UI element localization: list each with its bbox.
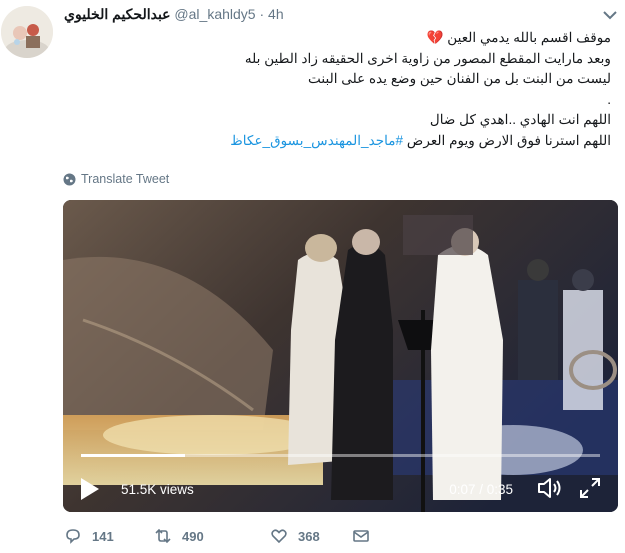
tweet-line: موقف اقسم بالله يدمي العين 💔 (426, 30, 611, 45)
hashtag-link[interactable]: #ماجد_المهندس_بسوق_عكاظ (230, 133, 403, 148)
tweet-line: اللهم انت الهادي ..اهدي كل ضال (429, 112, 611, 128)
reply-button[interactable]: 141 (64, 527, 154, 545)
tweet-line-text: اللهم استرنا فوق الارض ويوم العرض (403, 132, 611, 148)
avatar-image (1, 6, 53, 58)
tweet-header: عبدالحكيم الخليوي @al_kahldy5 · 4h (64, 6, 284, 23)
reply-count: 141 (92, 528, 114, 544)
view-count: 51.5K views (121, 482, 194, 497)
tweet-line-last: اللهم استرنا فوق الارض ويوم العرض #ماجد_… (64, 131, 611, 152)
timestamp[interactable]: 4h (268, 6, 284, 22)
heart-icon (271, 529, 287, 544)
separator: · (259, 6, 265, 22)
direct-message-button[interactable] (352, 527, 370, 545)
video-player[interactable]: 51.5K views 0:07 / 0:35 (63, 200, 618, 512)
tweet-line: . (607, 91, 611, 107)
video-frame (63, 200, 618, 512)
video-progress-bar[interactable] (81, 454, 600, 457)
chevron-down-icon[interactable] (603, 10, 617, 20)
tweet-line: ليست من البنت بل من الفنان حين وضع يده ع… (308, 71, 611, 87)
envelope-icon (353, 530, 369, 542)
display-name[interactable]: عبدالحكيم الخليوي (64, 6, 171, 22)
volume-icon[interactable] (536, 476, 564, 500)
video-timer: 0:07 / 0:35 (449, 482, 513, 497)
play-icon[interactable] (79, 476, 101, 502)
tweet-text: موقف اقسم بالله يدمي العين 💔 وبعد مارايت… (64, 28, 611, 152)
translate-tweet[interactable]: Translate Tweet (63, 172, 169, 186)
like-count: 368 (298, 528, 320, 544)
fullscreen-icon[interactable] (578, 476, 602, 500)
tweet-line: وبعد مارايت المقطع المصور من زاوية اخرى … (244, 50, 611, 66)
tweet-actions: 141 490 368 (64, 527, 370, 545)
retweet-button[interactable]: 490 (154, 527, 270, 545)
retweet-icon (155, 528, 171, 544)
reply-icon (66, 529, 80, 544)
globe-icon (63, 173, 76, 185)
like-button[interactable]: 368 (270, 527, 352, 545)
retweet-count: 490 (182, 528, 204, 544)
avatar[interactable] (1, 6, 53, 58)
video-progress-fill (81, 454, 185, 457)
user-handle[interactable]: @al_kahldy5 (174, 6, 255, 22)
translate-label: Translate Tweet (81, 172, 170, 186)
